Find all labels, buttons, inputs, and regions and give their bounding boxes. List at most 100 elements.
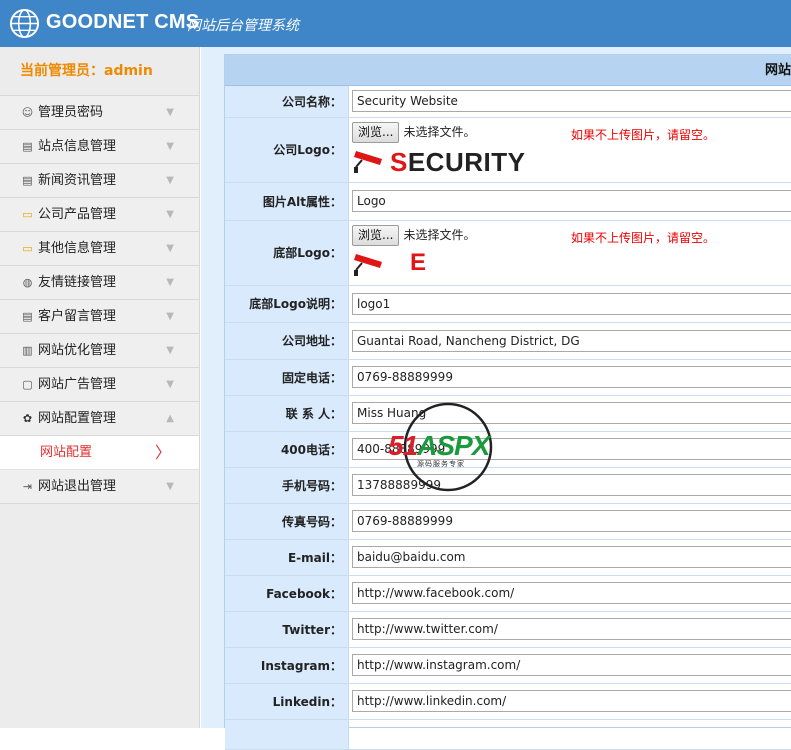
sidebar-item-label: 站点信息管理	[38, 139, 117, 154]
security-camera-icon	[354, 150, 382, 173]
field-label: 联 系 人：	[225, 395, 349, 432]
main-area: 网站 公司名称： Security Website 公司Logo： 浏览... 未…	[201, 47, 791, 750]
sidebar-item-ads[interactable]: ▢ 网站广告管理 ▼	[0, 368, 199, 402]
chevron-down-icon: ▼	[166, 175, 174, 186]
chevron-down-icon: ▼	[166, 379, 174, 390]
footer-logo-letter: E	[410, 248, 427, 276]
field-label: 固定电话：	[225, 359, 349, 396]
field-label: 底部Logo说明：	[225, 285, 349, 323]
chevron-down-icon: ▼	[166, 209, 174, 220]
footer-logo-upload-hint: 如果不上传图片，请留空。	[571, 230, 716, 245]
chevron-right-icon: 〉	[154, 443, 171, 462]
sidebar-item-label: 公司产品管理	[38, 207, 117, 222]
bar-chart-icon: ▥	[22, 344, 33, 357]
sidebar-item-label: 网站广告管理	[38, 377, 117, 392]
chevron-down-icon: ▼	[166, 481, 174, 492]
sidebar-item-seo[interactable]: ▥ 网站优化管理 ▼	[0, 334, 199, 368]
image-alt-input[interactable]: Logo	[352, 190, 791, 212]
field-label: 公司Logo：	[225, 117, 349, 183]
footer-logo-browse-button[interactable]: 浏览...	[352, 224, 400, 246]
hotline-400-input[interactable]: 400-88889999	[352, 438, 791, 460]
landline-input[interactable]: 0769-88889999	[352, 366, 791, 388]
globe-icon: ◍	[22, 276, 33, 289]
logout-icon: ⇥	[22, 480, 33, 493]
folder-icon: ▭	[22, 208, 33, 221]
sidebar-item-label: 网站优化管理	[38, 343, 117, 358]
gear-icon: ✿	[22, 412, 33, 425]
footer-logo-file-status: 未选择文件。	[403, 227, 476, 242]
field-label: Instagram：	[225, 647, 349, 684]
sidebar-item-news[interactable]: ▤ 新闻资讯管理 ▼	[0, 164, 199, 198]
logo-wordmark: SECURITY	[390, 146, 526, 177]
security-camera-icon	[354, 253, 382, 276]
panel-title: 网站	[225, 55, 791, 86]
sidebar-item-links[interactable]: ◍ 友情链接管理 ▼	[0, 266, 199, 300]
mobile-input[interactable]: 13788889999	[352, 474, 791, 496]
sidebar-item-label: 友情链接管理	[38, 275, 117, 290]
sidebar-item-admin-password[interactable]: ☺ 管理员密码 ▼	[0, 96, 199, 130]
globe-logo-icon	[9, 8, 40, 39]
instagram-input[interactable]: http://www.instagram.com/	[352, 654, 791, 676]
document-icon: ▤	[22, 174, 33, 187]
chevron-down-icon: ▼	[166, 311, 174, 322]
brand-subtitle: 网站后台管理系统	[187, 18, 299, 34]
field-label: Twitter：	[225, 611, 349, 648]
email-input[interactable]: baidu@baidu.com	[352, 546, 791, 568]
app-header: GOODNET CMS 网站后台管理系统	[0, 0, 791, 47]
linkedin-input[interactable]: http://www.linkedin.com/	[352, 690, 791, 712]
folder-icon: ▭	[22, 242, 33, 255]
facebook-input[interactable]: http://www.facebook.com/	[352, 582, 791, 604]
config-form: 公司名称： Security Website 公司Logo： 浏览... 未选择文…	[225, 86, 791, 750]
field-label: 图片Alt属性：	[225, 182, 349, 221]
field-label: 公司名称：	[225, 86, 349, 118]
document-icon: ▤	[22, 140, 33, 153]
sidebar-item-label: 管理员密码	[38, 105, 104, 120]
sidebar-item-messages[interactable]: ▤ 客户留言管理 ▼	[0, 300, 199, 334]
field-label: 公司地址：	[225, 322, 349, 360]
logo-file-status: 未选择文件。	[403, 124, 476, 139]
sidebar-item-label: 新闻资讯管理	[38, 173, 117, 188]
sidebar-item-products[interactable]: ▭ 公司产品管理 ▼	[0, 198, 199, 232]
contact-person-input[interactable]: Miss Huang	[352, 402, 791, 424]
company-name-input[interactable]: Security Website	[352, 90, 791, 113]
sidebar-item-site-config[interactable]: ✿ 网站配置管理 ▲	[0, 402, 199, 436]
submenu-label: 网站配置	[40, 445, 93, 460]
current-admin-label: 当前管理员：admin	[0, 47, 199, 96]
fax-input[interactable]: 0769-88889999	[352, 510, 791, 532]
field-label: 手机号码：	[225, 467, 349, 504]
footer-logo-preview: E	[352, 248, 791, 278]
chevron-down-icon: ▼	[166, 345, 174, 356]
chevron-down-icon: ▼	[166, 243, 174, 254]
field-label: 底部Logo：	[225, 220, 349, 286]
sidebar: 当前管理员：admin ☺ 管理员密码 ▼ ▤ 站点信息管理 ▼ ▤ 新闻资讯管理 ▼…	[0, 47, 200, 728]
sidebar-item-label: 客户留言管理	[38, 309, 117, 324]
chevron-up-icon: ▲	[166, 413, 174, 424]
field-label: Linkedin：	[225, 683, 349, 720]
field-label: Facebook：	[225, 575, 349, 612]
field-label: 传真号码：	[225, 503, 349, 540]
sidebar-item-other-info[interactable]: ▭ 其他信息管理 ▼	[0, 232, 199, 266]
field-label: E-mail：	[225, 539, 349, 576]
sidebar-item-site-info[interactable]: ▤ 站点信息管理 ▼	[0, 130, 199, 164]
chevron-down-icon: ▼	[166, 277, 174, 288]
field-label: 400电话：	[225, 431, 349, 468]
monitor-icon: ▢	[22, 378, 33, 391]
field-label-empty	[225, 719, 349, 750]
sidebar-item-label: 网站退出管理	[38, 479, 117, 494]
sidebar-item-label: 其他信息管理	[38, 241, 117, 256]
logo-browse-button[interactable]: 浏览...	[352, 121, 400, 143]
config-panel: 网站 公司名称： Security Website 公司Logo： 浏览... 未…	[224, 54, 791, 750]
list-icon: ▤	[22, 310, 33, 323]
twitter-input[interactable]: http://www.twitter.com/	[352, 618, 791, 640]
company-address-input[interactable]: Guantai Road, Nancheng District, DG	[352, 329, 791, 352]
sidebar-item-logout[interactable]: ⇥ 网站退出管理 ▼	[0, 470, 199, 504]
logo-preview: SECURITY	[352, 145, 791, 177]
user-icon: ☺	[21, 106, 34, 119]
logo-upload-hint: 如果不上传图片，请留空。	[571, 127, 716, 142]
chevron-down-icon: ▼	[166, 141, 174, 152]
submenu-site-config[interactable]: 网站配置 〉	[0, 436, 199, 470]
chevron-down-icon: ▼	[166, 107, 174, 118]
footer-logo-desc-input[interactable]: logo1	[352, 292, 791, 315]
brand-name: GOODNET CMS	[46, 11, 200, 33]
sidebar-item-label: 网站配置管理	[38, 411, 117, 426]
